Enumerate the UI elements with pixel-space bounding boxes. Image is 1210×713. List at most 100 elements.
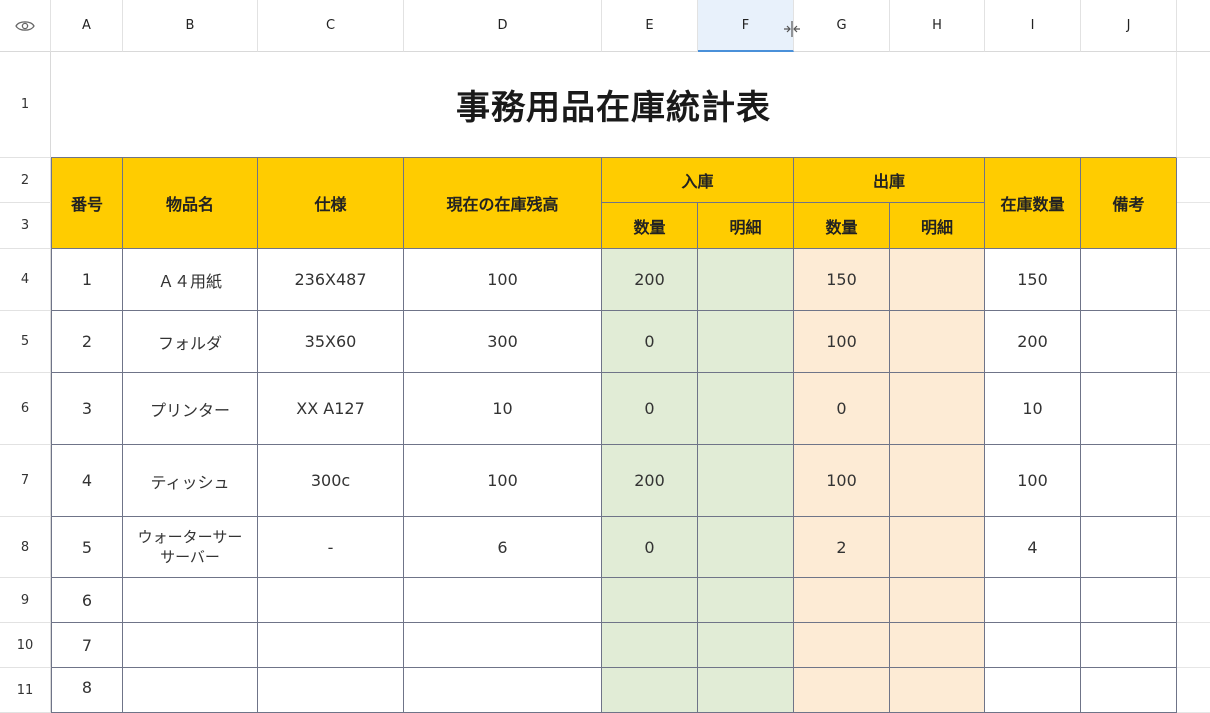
cell-note[interactable] (1081, 517, 1177, 578)
cell-k11[interactable] (1177, 668, 1210, 713)
cell-stock[interactable]: 10 (985, 373, 1081, 445)
cell-in-detail[interactable] (698, 668, 794, 713)
cell-note[interactable] (1081, 373, 1177, 445)
cell-spec[interactable]: 35X60 (258, 311, 404, 373)
cell-in-qty[interactable] (602, 623, 698, 668)
cell-note[interactable] (1081, 668, 1177, 713)
cell-in-qty[interactable] (602, 578, 698, 623)
cell-out-qty[interactable]: 100 (794, 445, 890, 517)
column-header-a[interactable]: A (51, 0, 123, 52)
cell-item[interactable]: プリンター (123, 373, 258, 445)
header-no[interactable]: 番号 (51, 158, 123, 249)
cell-no[interactable]: 8 (51, 668, 123, 713)
cell-note[interactable] (1081, 311, 1177, 373)
cell-current[interactable]: 300 (404, 311, 602, 373)
header-item[interactable]: 物品名 (123, 158, 258, 249)
cell-out-qty[interactable] (794, 578, 890, 623)
cell-note[interactable] (1081, 445, 1177, 517)
cell-spec[interactable] (258, 668, 404, 713)
column-header-b[interactable]: B (123, 0, 258, 52)
cell-item[interactable] (123, 578, 258, 623)
cell-in-detail[interactable] (698, 445, 794, 517)
cell-k6[interactable] (1177, 373, 1210, 445)
cell-out-detail[interactable] (890, 668, 985, 713)
cell-current[interactable] (404, 578, 602, 623)
header-in-qty[interactable]: 数量 (602, 203, 698, 249)
cell-current[interactable]: 100 (404, 249, 602, 311)
cell-no[interactable]: 3 (51, 373, 123, 445)
cell-in-detail[interactable] (698, 517, 794, 578)
column-header-d[interactable]: D (404, 0, 602, 52)
cell-note[interactable] (1081, 578, 1177, 623)
cell-k5[interactable] (1177, 311, 1210, 373)
cell-out-detail[interactable] (890, 623, 985, 668)
cell-stock[interactable]: 4 (985, 517, 1081, 578)
cell-stock[interactable] (985, 668, 1081, 713)
cell-in-detail[interactable] (698, 623, 794, 668)
header-out-qty[interactable]: 数量 (794, 203, 890, 249)
cell-note[interactable] (1081, 249, 1177, 311)
header-incoming[interactable]: 入庫 (602, 158, 794, 203)
cell-item[interactable]: Ａ４用紙 (123, 249, 258, 311)
column-resize-icon[interactable] (782, 18, 802, 40)
cell-in-detail[interactable] (698, 373, 794, 445)
cell-spec[interactable]: - (258, 517, 404, 578)
cell-spec[interactable]: 300c (258, 445, 404, 517)
cell-k3[interactable] (1177, 203, 1210, 249)
row-header-1[interactable]: 1 (0, 52, 51, 158)
cell-out-detail[interactable] (890, 517, 985, 578)
cell-no[interactable]: 2 (51, 311, 123, 373)
cell-stock[interactable]: 150 (985, 249, 1081, 311)
row-header-3[interactable]: 3 (0, 203, 51, 249)
cell-spec[interactable]: XX A127 (258, 373, 404, 445)
cell-out-qty[interactable]: 0 (794, 373, 890, 445)
cell-out-qty[interactable] (794, 623, 890, 668)
column-header-i[interactable]: I (985, 0, 1081, 52)
column-header-k[interactable] (1177, 0, 1210, 52)
cell-k8[interactable] (1177, 517, 1210, 578)
cell-spec[interactable] (258, 578, 404, 623)
column-header-g[interactable]: G (794, 0, 890, 52)
column-header-h[interactable]: H (890, 0, 985, 52)
cell-in-detail[interactable] (698, 249, 794, 311)
cell-current[interactable] (404, 668, 602, 713)
column-header-e[interactable]: E (602, 0, 698, 52)
cell-no[interactable]: 5 (51, 517, 123, 578)
cell-no[interactable]: 7 (51, 623, 123, 668)
cell-k2[interactable] (1177, 158, 1210, 203)
select-all-corner[interactable] (0, 0, 51, 52)
header-in-detail[interactable]: 明細 (698, 203, 794, 249)
cell-out-detail[interactable] (890, 373, 985, 445)
header-stock-qty[interactable]: 在庫数量 (985, 158, 1081, 249)
cell-no[interactable]: 4 (51, 445, 123, 517)
cell-current[interactable]: 100 (404, 445, 602, 517)
cell-k9[interactable] (1177, 578, 1210, 623)
column-header-f[interactable]: F (698, 0, 794, 52)
row-header-10[interactable]: 10 (0, 623, 51, 668)
cell-item[interactable] (123, 668, 258, 713)
cell-item[interactable]: フォルダ (123, 311, 258, 373)
cell-current[interactable]: 10 (404, 373, 602, 445)
row-header-4[interactable]: 4 (0, 249, 51, 311)
cell-out-qty[interactable]: 150 (794, 249, 890, 311)
header-out-detail[interactable]: 明細 (890, 203, 985, 249)
row-header-11[interactable]: 11 (0, 668, 51, 713)
cell-in-qty[interactable]: 0 (602, 311, 698, 373)
cell-k7[interactable] (1177, 445, 1210, 517)
cell-current[interactable]: 6 (404, 517, 602, 578)
cell-spec[interactable]: 236X487 (258, 249, 404, 311)
cell-out-qty[interactable]: 2 (794, 517, 890, 578)
row-header-6[interactable]: 6 (0, 373, 51, 445)
row-header-7[interactable]: 7 (0, 445, 51, 517)
row-header-2[interactable]: 2 (0, 158, 51, 203)
cell-in-qty[interactable]: 0 (602, 373, 698, 445)
row-header-9[interactable]: 9 (0, 578, 51, 623)
cell-out-detail[interactable] (890, 311, 985, 373)
column-header-c[interactable]: C (258, 0, 404, 52)
header-outgoing[interactable]: 出庫 (794, 158, 985, 203)
header-spec[interactable]: 仕様 (258, 158, 404, 249)
cell-note[interactable] (1081, 623, 1177, 668)
cell-out-detail[interactable] (890, 578, 985, 623)
cell-out-detail[interactable] (890, 249, 985, 311)
cell-current[interactable] (404, 623, 602, 668)
